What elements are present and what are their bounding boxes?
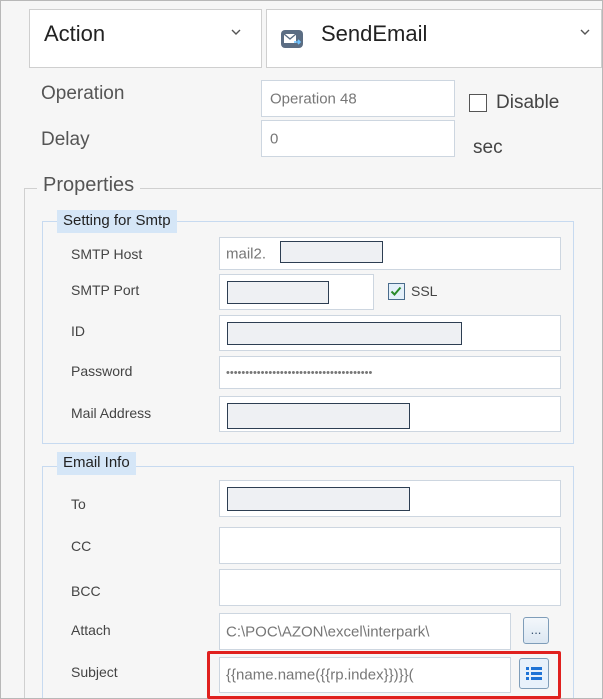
password-input[interactable]: ••••••••••••••••••••••••••••••••••••••: [219, 356, 561, 389]
cc-label: CC: [71, 538, 92, 554]
smtp-host-label: SMTP Host: [71, 246, 143, 262]
redacted-id: [227, 322, 462, 345]
ssl-label: SSL: [411, 283, 438, 299]
action-label: Action: [44, 21, 106, 46]
properties-panel: Action SendEmail Operation Operation 48 …: [0, 0, 603, 699]
action-dropdown[interactable]: Action: [29, 9, 262, 68]
password-label: Password: [71, 363, 133, 379]
password-value: ••••••••••••••••••••••••••••••••••••••: [226, 366, 373, 379]
bcc-input[interactable]: [219, 569, 561, 606]
check-icon: [390, 286, 402, 296]
chevron-down-icon: [231, 29, 241, 35]
delay-input[interactable]: 0: [261, 120, 455, 157]
chevron-down-icon: [580, 29, 590, 35]
smtp-host-value: mail2.: [226, 245, 267, 262]
redacted-mail: [227, 403, 410, 429]
command-value: SendEmail: [321, 21, 428, 46]
ssl-checkbox[interactable]: [388, 283, 405, 300]
operation-value: Operation 48: [270, 90, 357, 107]
smtp-port-label: SMTP Port: [71, 282, 140, 298]
subject-label: Subject: [71, 664, 118, 680]
operation-input[interactable]: Operation 48: [261, 80, 455, 117]
operation-label: Operation: [41, 83, 125, 104]
delay-label: Delay: [41, 129, 90, 150]
mail-address-label: Mail Address: [71, 405, 152, 421]
command-dropdown[interactable]: SendEmail: [266, 9, 602, 68]
smtp-group-title: Setting for Smtp: [57, 210, 177, 233]
delay-unit: sec: [473, 137, 503, 158]
send-email-icon: [281, 30, 303, 48]
delay-value: 0: [270, 130, 279, 147]
properties-title: Properties: [37, 174, 141, 197]
attach-browse-button[interactable]: ...: [523, 617, 549, 644]
bcc-label: BCC: [71, 583, 101, 599]
to-label: To: [71, 496, 86, 512]
redacted-port: [227, 281, 329, 304]
redacted-host: [280, 241, 383, 263]
disable-checkbox[interactable]: [469, 94, 487, 112]
attach-value: C:\POC\AZON\excel\interpark\: [226, 623, 430, 640]
email-group-title: Email Info: [57, 452, 136, 475]
attach-browse-label: ...: [530, 622, 542, 637]
redacted-to: [227, 487, 410, 511]
smtp-host-input[interactable]: mail2.: [219, 237, 561, 270]
disable-label: Disable: [496, 92, 560, 113]
cc-input[interactable]: [219, 527, 561, 564]
id-label: ID: [71, 323, 85, 339]
subject-highlight-box: [207, 651, 561, 699]
attach-label: Attach: [71, 622, 111, 638]
attach-input[interactable]: C:\POC\AZON\excel\interpark\: [219, 613, 511, 650]
